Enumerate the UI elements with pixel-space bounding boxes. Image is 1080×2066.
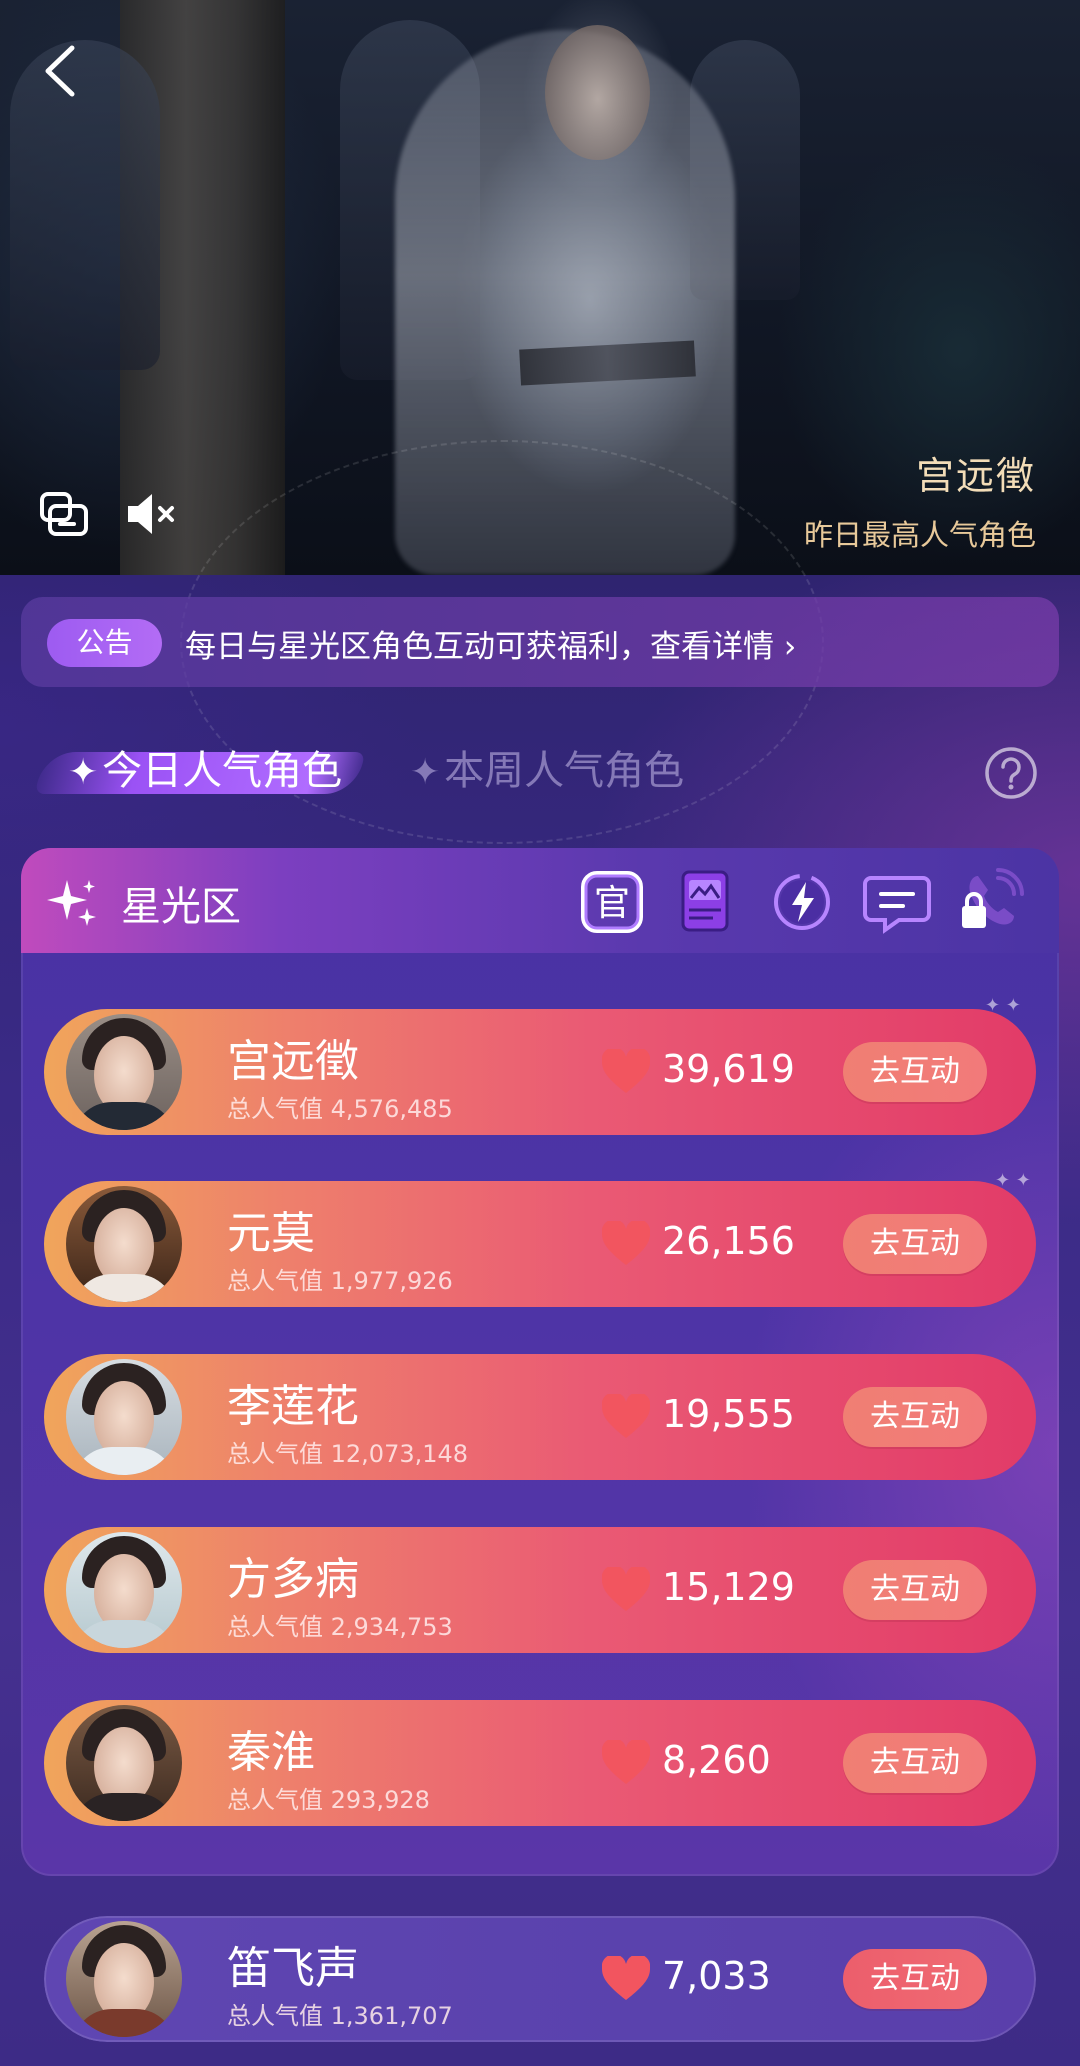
card-title: 星光区 bbox=[121, 884, 241, 930]
avatar[interactable] bbox=[66, 1921, 182, 2037]
phone-locked-icon[interactable] bbox=[958, 868, 1026, 936]
announcement-badge: 公告 bbox=[47, 619, 162, 667]
avatar[interactable] bbox=[66, 1532, 182, 1648]
daily-score: 7,033 bbox=[662, 1954, 771, 1998]
ranking-row[interactable]: 方多病 总人气值 2,934,753 15,129 去互动 bbox=[44, 1527, 1036, 1653]
tab-today-label: 今日人气角色 bbox=[102, 748, 343, 794]
avatar-body bbox=[72, 1102, 176, 1130]
interact-button[interactable]: 去互动 bbox=[843, 1949, 987, 2009]
total-popularity: 总人气值 12,073,148 bbox=[227, 1440, 469, 1468]
daily-score: 15,129 bbox=[662, 1565, 795, 1609]
chat-icon[interactable] bbox=[863, 868, 931, 936]
hero-main-figure-head bbox=[545, 25, 650, 160]
interact-button[interactable]: 去互动 bbox=[843, 1214, 987, 1274]
heart-icon bbox=[602, 1740, 650, 1784]
daily-score: 19,555 bbox=[662, 1392, 795, 1436]
ranking-row[interactable]: 秦淮 总人气值 293,928 8,260 去互动 bbox=[44, 1700, 1036, 1826]
back-arrow-icon[interactable] bbox=[38, 42, 86, 100]
avatar-body bbox=[72, 1793, 176, 1821]
avatar-body bbox=[72, 1274, 176, 1302]
character-name: 宫远徵 bbox=[227, 1036, 359, 1087]
ranking-row[interactable]: 元莫 总人气值 1,977,926 26,156 去互动 bbox=[44, 1181, 1036, 1307]
official-icon[interactable]: 官 bbox=[578, 868, 646, 936]
ranking-row[interactable]: 笛飞声 总人气值 1,361,707 7,033 去互动 bbox=[44, 1916, 1036, 2042]
heart-icon bbox=[602, 1394, 650, 1438]
book-icon[interactable] bbox=[673, 868, 741, 936]
heart-icon bbox=[602, 1049, 650, 1093]
ranking-row[interactable]: 宫远徵 总人气值 4,576,485 39,619 去互动 bbox=[44, 1009, 1036, 1135]
help-icon[interactable] bbox=[983, 745, 1039, 801]
card-header: 星光区 官 bbox=[21, 848, 1059, 953]
announcement-bar[interactable]: 公告 每日与星光区角色互动可获福利，查看详情 › bbox=[21, 597, 1059, 687]
total-popularity: 总人气值 1,361,707 bbox=[227, 2002, 453, 2030]
tab-week-label: 本周人气角色 bbox=[444, 748, 685, 794]
daily-score: 8,260 bbox=[662, 1738, 771, 1782]
character-name: 笛飞声 bbox=[227, 1943, 359, 1994]
interact-button[interactable]: 去互动 bbox=[843, 1387, 987, 1447]
avatar[interactable] bbox=[66, 1014, 182, 1130]
svg-text:官: 官 bbox=[594, 883, 630, 924]
avatar-body bbox=[72, 2009, 176, 2037]
total-popularity: 总人气值 293,928 bbox=[227, 1786, 430, 1814]
lightning-timer-icon[interactable] bbox=[768, 868, 836, 936]
ranking-row[interactable]: 李莲花 总人气值 12,073,148 19,555 去互动 bbox=[44, 1354, 1036, 1480]
character-name: 方多病 bbox=[227, 1554, 359, 1605]
tab-today-popular[interactable]: ✦ 今日人气角色 bbox=[68, 738, 342, 796]
sparkle-cluster-icon bbox=[47, 880, 96, 926]
heart-icon bbox=[602, 1956, 650, 2000]
sparkle-icon: ✦ bbox=[68, 752, 99, 793]
daily-score: 39,619 bbox=[662, 1047, 795, 1091]
hero-subtitle: 昨日最高人气角色 bbox=[803, 518, 1036, 552]
total-popularity: 总人气值 1,977,926 bbox=[227, 1267, 453, 1295]
hero-character-name: 宫远徵 bbox=[915, 454, 1036, 498]
avatar[interactable] bbox=[66, 1359, 182, 1475]
daily-score: 26,156 bbox=[662, 1219, 795, 1263]
interact-button[interactable]: 去互动 bbox=[843, 1042, 987, 1102]
character-name: 元莫 bbox=[227, 1208, 315, 1259]
picture-in-picture-icon[interactable] bbox=[36, 486, 92, 542]
heart-icon bbox=[602, 1221, 650, 1265]
total-popularity: 总人气值 2,934,753 bbox=[227, 1613, 453, 1641]
sparkle-icon: ✦ bbox=[410, 752, 441, 793]
avatar[interactable] bbox=[66, 1186, 182, 1302]
heart-icon bbox=[602, 1567, 650, 1611]
tab-week-popular[interactable]: ✦ 本周人气角色 bbox=[410, 738, 684, 796]
avatar-body bbox=[72, 1447, 176, 1475]
character-name: 李莲花 bbox=[227, 1381, 359, 1432]
interact-button[interactable]: 去互动 bbox=[843, 1560, 987, 1620]
avatar-body bbox=[72, 1620, 176, 1648]
character-name: 秦淮 bbox=[227, 1727, 315, 1778]
announcement-text[interactable]: 每日与星光区角色互动可获福利，查看详情 › bbox=[185, 621, 796, 666]
total-popularity: 总人气值 4,576,485 bbox=[227, 1095, 453, 1123]
avatar[interactable] bbox=[66, 1705, 182, 1821]
mute-icon[interactable] bbox=[122, 486, 178, 542]
interact-button[interactable]: 去互动 bbox=[843, 1733, 987, 1793]
